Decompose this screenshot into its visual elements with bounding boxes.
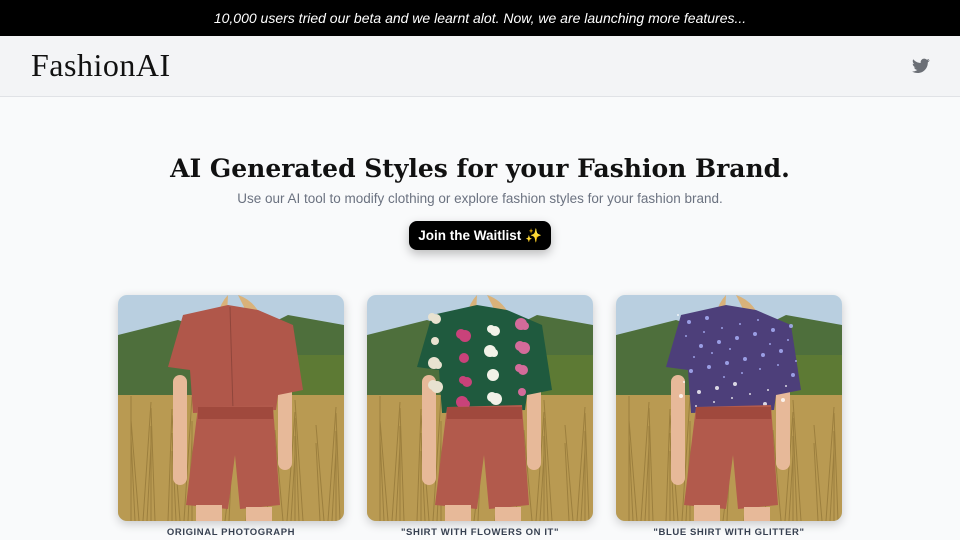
hero-title: AI Generated Styles for your Fashion Bra…: [170, 154, 790, 183]
announcement-bar: 10,000 users tried our beta and we learn…: [0, 0, 960, 36]
navbar: FashionAI: [0, 36, 960, 97]
announcement-text: 10,000 users tried our beta and we learn…: [213, 10, 747, 26]
gallery-image-glitter: [616, 295, 842, 521]
caption-flowers: "SHIRT WITH FLOWERS ON IT": [400, 527, 560, 538]
join-waitlist-button[interactable]: Join the Waitlist ✨: [409, 221, 551, 250]
photo-flowers: [367, 295, 593, 521]
photo-glitter: [616, 295, 842, 521]
gallery-image-flowers: [367, 295, 593, 521]
hero-subtitle: Use our AI tool to modify clothing or ex…: [237, 191, 723, 206]
twitter-icon[interactable]: [912, 58, 930, 74]
caption-glitter: "BLUE SHIRT WITH GLITTER": [653, 527, 805, 538]
photo-original: [118, 295, 344, 521]
gallery-image-original: [118, 295, 344, 521]
caption-original: ORIGINAL PHOTOGRAPH: [166, 527, 296, 538]
logo[interactable]: FashionAI: [31, 47, 171, 84]
